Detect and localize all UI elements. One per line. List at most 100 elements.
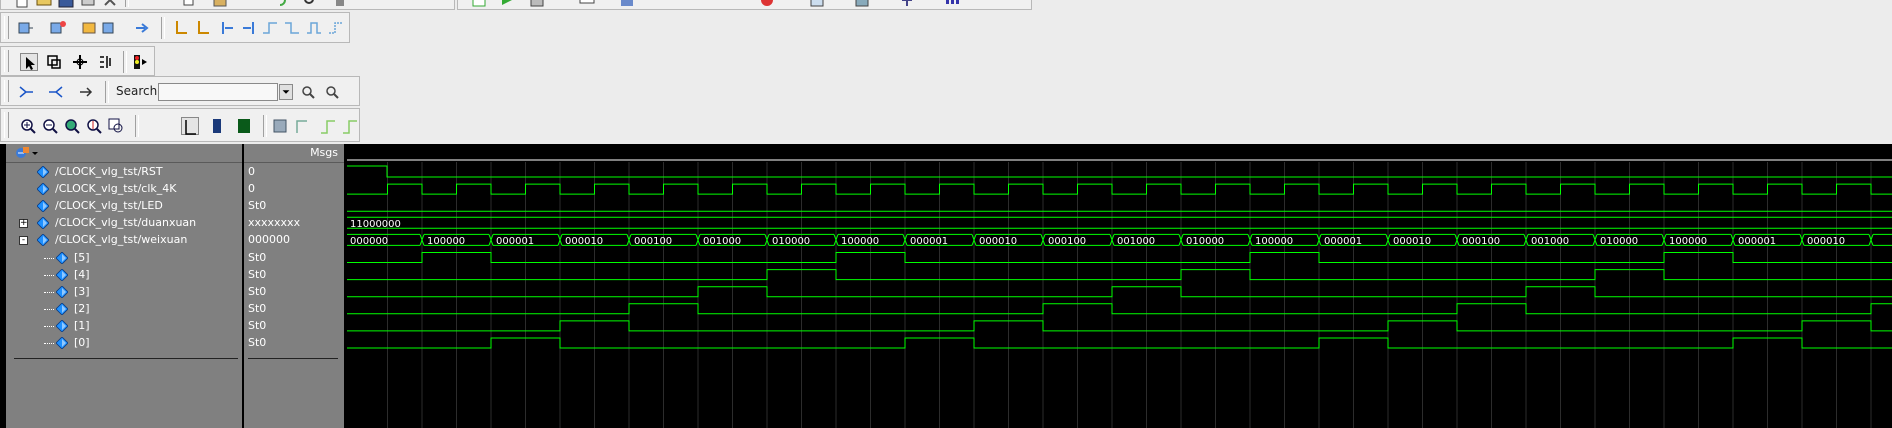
wave-rst bbox=[347, 165, 1892, 178]
signal-row[interactable]: [1] bbox=[6, 318, 242, 335]
export-icon[interactable] bbox=[133, 19, 151, 37]
compile-icon[interactable] bbox=[470, 0, 488, 9]
step-icon[interactable] bbox=[498, 0, 516, 9]
signals-icon[interactable] bbox=[943, 0, 961, 9]
expand-icon[interactable]: + bbox=[19, 219, 28, 229]
signal-name: /CLOCK_vlg_tst/duanxuan bbox=[55, 216, 197, 230]
group-icon[interactable] bbox=[101, 19, 119, 37]
zoom-full-icon[interactable] bbox=[63, 117, 81, 135]
waveform-pane[interactable]: 11000000 000000 100000 000001 000010 000100 00… bbox=[347, 144, 1892, 428]
cut-icon[interactable] bbox=[101, 0, 119, 9]
new-icon[interactable] bbox=[13, 0, 31, 9]
run-length-icon[interactable] bbox=[578, 0, 596, 9]
find-icon[interactable] bbox=[301, 0, 319, 9]
signal-row[interactable]: [3] bbox=[6, 284, 242, 301]
signal-row[interactable]: [4] bbox=[6, 267, 242, 284]
signal-name: [3] bbox=[74, 284, 90, 298]
signal-row[interactable]: [5] bbox=[6, 250, 242, 267]
weixuan-bus-value-label: 001000 bbox=[1117, 236, 1155, 247]
wave-window: /CLOCK_vlg_tst/RST/CLOCK_vlg_tst/clk_4K /… bbox=[0, 144, 1892, 428]
zoom-selection-icon[interactable] bbox=[81, 19, 99, 37]
signal-row[interactable]: [2] bbox=[6, 301, 242, 318]
signal-diamond-icon bbox=[37, 166, 49, 178]
weixuan-bus-value-label: 000100 bbox=[1462, 236, 1500, 247]
signal-row[interactable]: - /CLOCK_vlg_tst/weixuan bbox=[6, 232, 242, 249]
open-icon[interactable] bbox=[35, 0, 53, 9]
copy-icon[interactable] bbox=[181, 0, 199, 9]
tree-line bbox=[44, 257, 54, 259]
collapse-icon[interactable]: - bbox=[19, 236, 28, 246]
zoom-in-icon[interactable] bbox=[19, 117, 37, 135]
signal-row[interactable]: /CLOCK_vlg_tst/clk_4K bbox=[6, 181, 242, 198]
save-icon[interactable] bbox=[57, 0, 75, 9]
wave-expanded-icon[interactable] bbox=[271, 117, 289, 135]
signal-row[interactable]: /CLOCK_vlg_tst/RST bbox=[6, 164, 242, 181]
wave-step-icon[interactable] bbox=[319, 117, 337, 135]
signal-value: 0 bbox=[248, 182, 255, 196]
cursor-left-icon[interactable] bbox=[173, 19, 191, 37]
insert-divider-icon[interactable] bbox=[17, 19, 35, 37]
hierarchy-icon[interactable] bbox=[898, 0, 916, 9]
wave-literal-icon[interactable] bbox=[181, 117, 199, 135]
signal-diamond-icon bbox=[56, 251, 68, 264]
wave-menu-icon[interactable] bbox=[14, 145, 40, 161]
signal-row[interactable]: /CLOCK_vlg_tst/LED bbox=[6, 198, 242, 215]
zoom-cursor-icon[interactable] bbox=[85, 117, 103, 135]
signal-pane-header bbox=[6, 144, 242, 163]
weixuan-bus-value-label: 000001 bbox=[910, 236, 948, 247]
weixuan-bus-value-label: 000010 bbox=[1393, 236, 1431, 247]
zoom-out-icon[interactable] bbox=[41, 117, 59, 135]
find-options-icon[interactable] bbox=[77, 83, 95, 101]
wave-view-icon[interactable] bbox=[853, 0, 871, 9]
paste-icon[interactable] bbox=[211, 0, 229, 9]
next-edge-icon[interactable] bbox=[239, 19, 257, 37]
signal-row[interactable]: [0] bbox=[6, 335, 242, 352]
search-dropdown-button[interactable] bbox=[279, 84, 293, 100]
select-mode-icon[interactable] bbox=[20, 53, 38, 71]
run-icon[interactable] bbox=[528, 0, 546, 9]
waveform-canvas[interactable]: 11000000 000000 100000 000001 000010 000100 00… bbox=[347, 144, 1892, 428]
search-backward-icon[interactable] bbox=[299, 83, 317, 101]
insert-breakpoint-icon[interactable] bbox=[49, 19, 67, 37]
restart-icon[interactable] bbox=[618, 0, 636, 9]
edge-fall-icon[interactable] bbox=[283, 19, 301, 37]
signal-diamond-icon bbox=[56, 268, 68, 281]
wave-clk-4k bbox=[347, 183, 1892, 195]
zoom-mode-icon[interactable] bbox=[45, 53, 63, 71]
cursor-right-icon[interactable] bbox=[195, 19, 213, 37]
horizontal-scrollbar[interactable] bbox=[14, 358, 238, 359]
edge-any-icon[interactable] bbox=[305, 19, 323, 37]
value-pane: 0 0 St0 xxxxxxxx 000000 St0 St0 St0 St0 St0 St0 bbox=[244, 163, 344, 428]
weixuan-bus-value-label: 000010 bbox=[565, 236, 603, 247]
wave-weixuan-bit-4 bbox=[347, 269, 1892, 281]
horizontal-scrollbar[interactable] bbox=[248, 358, 338, 359]
stop-sign-icon[interactable] bbox=[131, 53, 149, 71]
bookmark-icon[interactable] bbox=[331, 0, 349, 9]
print-icon[interactable] bbox=[79, 0, 97, 9]
search-forward-icon[interactable] bbox=[323, 83, 341, 101]
find-prev-icon[interactable] bbox=[17, 83, 35, 101]
signal-value: 0 bbox=[248, 165, 255, 178]
wave-edge-icon[interactable] bbox=[293, 117, 311, 135]
edge-rise-icon[interactable] bbox=[261, 19, 279, 37]
wave-gap-icon[interactable] bbox=[341, 117, 359, 135]
wave-logic-icon[interactable] bbox=[208, 117, 226, 135]
edge-x-icon[interactable] bbox=[327, 19, 345, 37]
signal-diamond-icon bbox=[56, 319, 68, 332]
search-input[interactable] bbox=[158, 83, 278, 101]
toolbar-top-row bbox=[0, 0, 455, 10]
signal-name: /CLOCK_vlg_tst/RST bbox=[55, 165, 163, 178]
signal-value: St0 bbox=[248, 318, 267, 332]
wave-analog-icon[interactable] bbox=[235, 117, 253, 135]
signal-pane: /CLOCK_vlg_tst/RST/CLOCK_vlg_tst/clk_4K /… bbox=[6, 163, 242, 428]
pan-mode-icon[interactable] bbox=[71, 53, 89, 71]
break-icon[interactable] bbox=[758, 0, 776, 9]
weixuan-bus-value-label: 100000 bbox=[1669, 236, 1707, 247]
prev-edge-icon[interactable] bbox=[219, 19, 237, 37]
find-next-icon[interactable] bbox=[47, 83, 65, 101]
edit-mode-icon[interactable] bbox=[97, 53, 115, 71]
signal-row[interactable]: + /CLOCK_vlg_tst/duanxuan bbox=[6, 215, 242, 232]
layout-icon[interactable] bbox=[808, 0, 826, 9]
zoom-last-icon[interactable] bbox=[107, 117, 125, 135]
undo-icon[interactable] bbox=[271, 0, 289, 9]
